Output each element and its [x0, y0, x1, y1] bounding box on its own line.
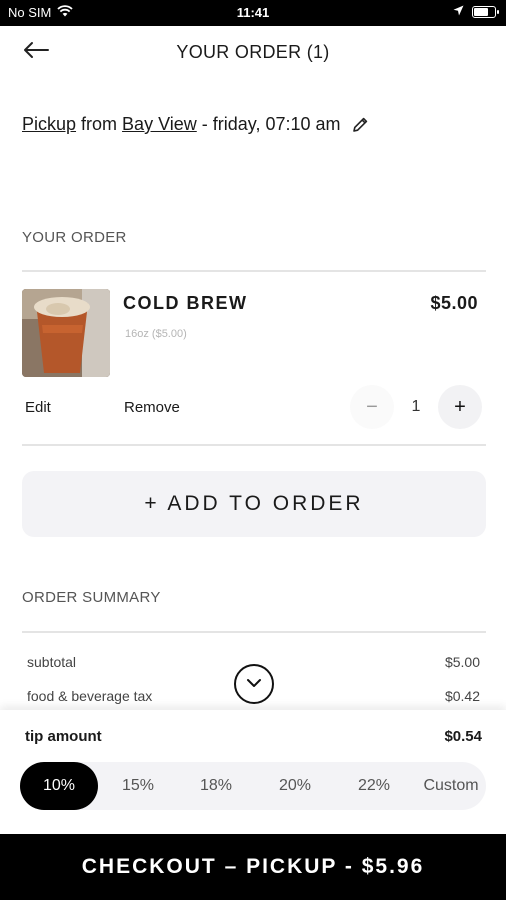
pencil-icon[interactable]	[351, 116, 369, 134]
tip-panel: tip amount $0.54 10% 15% 18% 20% 22% Cus…	[0, 710, 506, 834]
tip-value: $0.54	[444, 728, 482, 745]
battery-icon	[472, 5, 499, 18]
tip-option[interactable]: 20%	[256, 762, 334, 810]
header: YOUR ORDER (1)	[0, 26, 506, 78]
edit-item-button[interactable]: Edit	[25, 399, 51, 416]
summary-value: $5.00	[444, 654, 480, 670]
tip-options: 10% 15% 18% 20% 22% Custom	[20, 762, 486, 810]
tip-option[interactable]: 22%	[335, 762, 413, 810]
tip-option-custom[interactable]: Custom	[412, 762, 490, 810]
divider	[22, 444, 486, 446]
pickup-location-link[interactable]: Bay View	[122, 114, 197, 135]
status-bar: No SIM 11:41	[0, 0, 506, 26]
pickup-from-text: from	[76, 114, 123, 134]
expand-summary-button[interactable]	[234, 664, 274, 704]
location-arrow-icon	[453, 4, 464, 19]
item-price: $5.00	[430, 293, 478, 313]
summary-label: food & beverage tax	[27, 688, 153, 704]
add-to-order-button[interactable]: + ADD TO ORDER	[22, 471, 486, 537]
battery-fill	[474, 7, 489, 16]
summary-value: $0.42	[444, 688, 480, 704]
divider	[22, 270, 486, 272]
pickup-summary: Pickup from Bay View - friday, 07:10 am	[22, 114, 369, 135]
summary-label: subtotal	[27, 654, 77, 670]
decrease-quantity-button[interactable]: −	[350, 385, 394, 429]
tip-option[interactable]: 15%	[99, 762, 177, 810]
pickup-mode-link[interactable]: Pickup	[22, 114, 76, 135]
item-image	[22, 289, 110, 377]
pickup-time-text: - friday, 07:10 am	[196, 114, 341, 134]
chevron-down-icon	[246, 675, 262, 693]
remove-item-button[interactable]: Remove	[124, 399, 180, 416]
increase-quantity-button[interactable]: +	[438, 385, 482, 429]
quantity-value: 1	[411, 398, 421, 415]
checkout-button[interactable]: CHECKOUT – PICKUP - $5.96	[0, 834, 506, 900]
tip-option[interactable]: 18%	[177, 762, 255, 810]
page-title: YOUR ORDER (1)	[176, 42, 330, 62]
summary-section-heading: ORDER SUMMARY	[22, 589, 161, 606]
clock: 11:41	[236, 5, 270, 20]
divider	[22, 631, 486, 633]
item-name: COLD BREW	[123, 293, 248, 313]
status-indicators	[453, 4, 499, 19]
order-section-heading: YOUR ORDER	[22, 229, 127, 246]
tip-option[interactable]: 10%	[20, 762, 98, 810]
tip-label: tip amount	[25, 728, 102, 745]
item-detail: 16oz ($5.00)	[125, 328, 187, 340]
